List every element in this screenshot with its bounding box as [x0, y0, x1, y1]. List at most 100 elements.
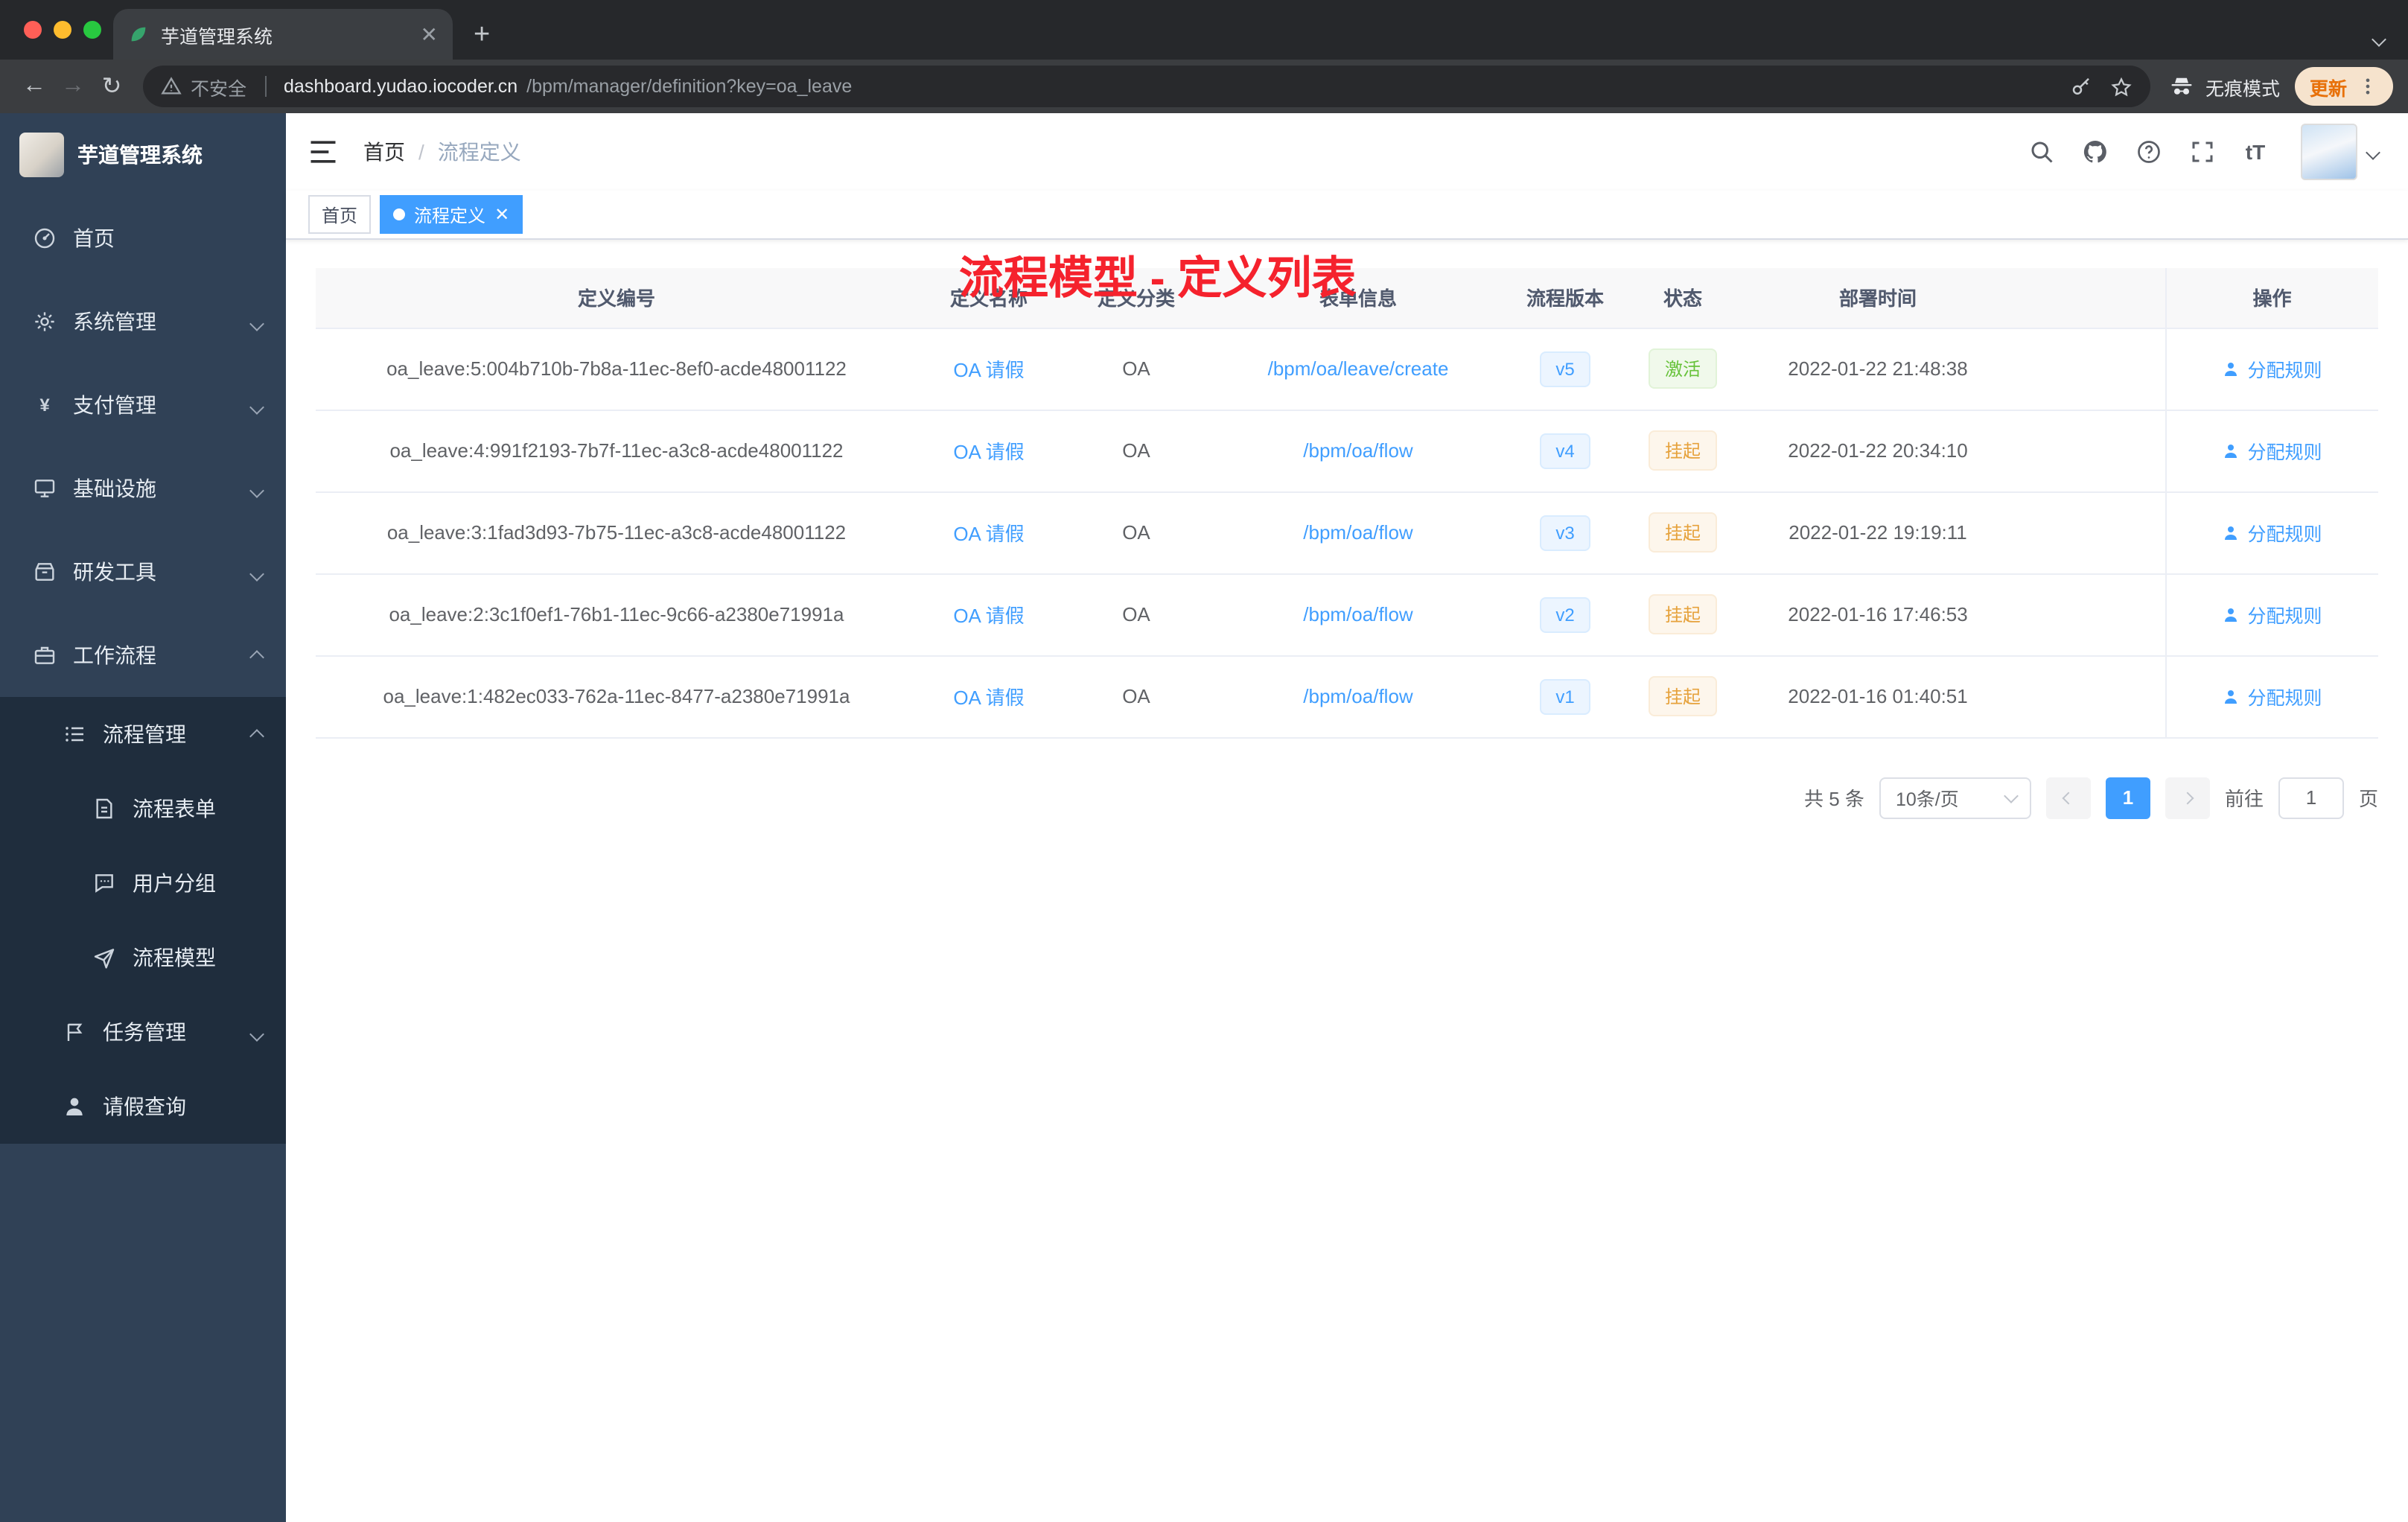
sidebar-item-home[interactable]: 首页 [0, 197, 286, 280]
status-badge: 挂起 [1648, 512, 1717, 553]
chevron-down-icon [249, 310, 264, 334]
forward-icon[interactable]: → [54, 67, 92, 106]
sidebar-item-label: 基础设施 [73, 477, 156, 500]
spacer-cell [2016, 655, 2165, 738]
user-menu[interactable] [2301, 124, 2380, 180]
deploy-time: 2022-01-16 01:40:51 [1739, 655, 2016, 738]
assign-rule-link[interactable]: 分配规则 [2222, 354, 2322, 383]
font-size-icon[interactable]: tT [2241, 138, 2270, 166]
next-page-button[interactable] [2165, 777, 2210, 818]
chevron-down-icon [249, 560, 264, 584]
version-badge: v2 [1540, 596, 1590, 632]
browser-tab[interactable]: 芋道管理系统 ✕ [113, 9, 453, 60]
update-chip[interactable]: 更新 [2294, 67, 2393, 106]
assign-rule-link[interactable]: 分配规则 [2222, 436, 2322, 465]
sidebar-item-label: 支付管理 [73, 393, 156, 417]
app-root: 芋道管理系统 首页 系统管理 ¥ 支付管理 基础设施 研发工具 工作流程 流程管… [0, 113, 2408, 1522]
form-link[interactable]: /bpm/oa/flow [1303, 439, 1412, 462]
chevron-down-icon [249, 477, 264, 500]
assign-rule-link[interactable]: 分配规则 [2222, 600, 2322, 628]
sidebar-item-process-form[interactable]: 流程表单 [0, 771, 286, 846]
form-link[interactable]: /bpm/oa/leave/create [1268, 357, 1449, 380]
close-window-button[interactable] [24, 21, 42, 39]
page-1-button[interactable]: 1 [2105, 777, 2150, 818]
prev-page-button[interactable] [2045, 777, 2091, 818]
table-row: oa_leave:1:482ec033-762a-11ec-8477-a2380… [316, 655, 2378, 738]
divider [264, 76, 267, 97]
assign-rule-link[interactable]: 分配规则 [2222, 682, 2322, 710]
minimize-window-button[interactable] [54, 21, 71, 39]
active-dot [393, 208, 406, 220]
incognito-icon [2168, 73, 2195, 100]
table-row: oa_leave:3:1fad3d93-7b75-11ec-a3c8-acde4… [316, 491, 2378, 574]
sidebar-item-dev-tools[interactable]: 研发工具 [0, 530, 286, 614]
tags-view: 首页 流程定义 ✕ [286, 191, 2408, 240]
table-row: oa_leave:2:3c1f0ef1-76b1-11ec-9c66-a2380… [316, 573, 2378, 656]
total-count: 共 5 条 [1804, 788, 1864, 810]
app-header: 首页 / 流程定义 tT [286, 113, 2408, 191]
url-input[interactable]: 不安全 dashboard.yudao.iocoder.cn /bpm/mana… [143, 66, 2150, 107]
assign-rule-link[interactable]: 分配规则 [2222, 518, 2322, 547]
user-icon [2225, 608, 2237, 621]
user-icon [2225, 526, 2237, 539]
definition-name-link[interactable]: OA 请假 [953, 441, 1024, 463]
sidebar-toggle-icon[interactable] [307, 136, 340, 168]
menu-dots-icon[interactable] [2357, 76, 2378, 97]
definition-name-link[interactable]: OA 请假 [953, 523, 1024, 545]
definition-id: oa_leave:2:3c1f0ef1-76b1-11ec-9c66-a2380… [316, 573, 917, 656]
goto-page-input[interactable] [2278, 777, 2344, 818]
bookmark-star-icon[interactable] [2110, 75, 2133, 98]
sidebar-item-process-model[interactable]: 流程模型 [0, 920, 286, 995]
definition-table: 定义编号 定义名称 定义分类 表单信息 流程版本 状态 部署时间 操作 oa_l… [316, 268, 2378, 738]
page-size-select[interactable]: 10条/页 [1879, 777, 2031, 818]
yen-icon: ¥ [33, 393, 57, 417]
tag-close-icon[interactable]: ✕ [494, 206, 509, 223]
search-icon[interactable] [2027, 138, 2055, 166]
browser-window: 芋道管理系统 ✕ + ← → ↻ 不安全 dashboard.yudao.ioc… [0, 0, 2408, 1522]
sidebar-item-label: 任务管理 [103, 1020, 186, 1044]
tab-search-icon[interactable] [2372, 25, 2386, 52]
sidebar-item-process-management[interactable]: 流程管理 [0, 697, 286, 771]
reload-icon[interactable]: ↻ [92, 67, 131, 106]
tag-home[interactable]: 首页 [308, 195, 372, 234]
new-tab-button[interactable]: + [474, 21, 490, 49]
spacer-cell [2016, 328, 2165, 410]
form-link[interactable]: /bpm/oa/flow [1303, 521, 1412, 544]
definition-id: oa_leave:3:1fad3d93-7b75-11ec-a3c8-acde4… [316, 491, 917, 574]
sidebar-item-system-management[interactable]: 系统管理 [0, 280, 286, 363]
definition-name-link[interactable]: OA 请假 [953, 605, 1024, 627]
github-icon[interactable] [2080, 138, 2109, 166]
user-icon [2225, 690, 2237, 703]
sidebar-logo[interactable]: 芋道管理系统 [0, 113, 286, 197]
column-header: 操作 [2165, 268, 2378, 328]
breadcrumb-home[interactable]: 首页 [363, 137, 405, 167]
sidebar-item-user-group[interactable]: 用户分组 [0, 846, 286, 920]
table-row: oa_leave:5:004b710b-7b8a-11ec-8ef0-acde4… [316, 328, 2378, 410]
sidebar-item-workflow[interactable]: 工作流程 [0, 614, 286, 697]
fullscreen-icon[interactable] [2188, 138, 2216, 166]
tab-close-icon[interactable]: ✕ [421, 24, 438, 45]
user-icon [63, 1095, 86, 1118]
tag-process-definition[interactable]: 流程定义 ✕ [380, 195, 523, 234]
deploy-time: 2022-01-22 19:19:11 [1739, 491, 2016, 574]
sidebar-item-payment[interactable]: ¥ 支付管理 [0, 363, 286, 447]
sidebar-item-infrastructure[interactable]: 基础设施 [0, 447, 286, 530]
help-icon[interactable] [2134, 138, 2162, 166]
column-header: 表单信息 [1212, 268, 1504, 328]
logo-avatar [19, 133, 64, 177]
sidebar-item-leave-query[interactable]: 请假查询 [0, 1069, 286, 1144]
chevron-up-icon [249, 643, 264, 667]
sidebar-item-task-management[interactable]: 任务管理 [0, 995, 286, 1069]
definition-name-link[interactable]: OA 请假 [953, 687, 1024, 709]
breadcrumb: 首页 / 流程定义 [363, 137, 521, 167]
update-label: 更新 [2309, 78, 2347, 99]
pagination: 共 5 条 10条/页 1 前往 页 [316, 777, 2378, 818]
column-header: 定义编号 [316, 268, 917, 328]
avatar[interactable] [2301, 124, 2357, 180]
zoom-window-button[interactable] [83, 21, 101, 39]
form-link[interactable]: /bpm/oa/flow [1303, 685, 1412, 707]
back-icon[interactable]: ← [15, 67, 54, 106]
password-key-icon[interactable] [2070, 75, 2092, 98]
form-link[interactable]: /bpm/oa/flow [1303, 603, 1412, 625]
definition-name-link[interactable]: OA 请假 [953, 359, 1024, 381]
